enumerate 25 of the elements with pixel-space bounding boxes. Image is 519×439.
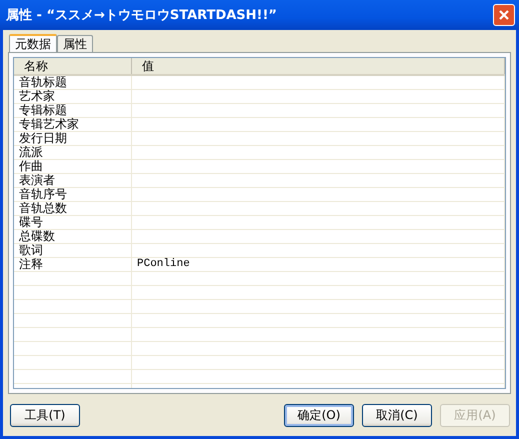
window-title: 属性 - “ススメ→トウモロウSTARTDASH!!”	[6, 7, 277, 24]
table-cell: 歌词	[14, 244, 132, 257]
tab[interactable]: 属性	[57, 35, 93, 52]
close-button[interactable]	[493, 4, 515, 26]
dialog-button[interactable]: 工具(T)	[10, 404, 80, 427]
table-cell: 表演者	[14, 174, 132, 187]
close-icon	[498, 9, 510, 21]
tab[interactable]: 元数据	[9, 34, 57, 53]
column-header[interactable]: 值	[132, 58, 505, 74]
table-cell: PConline	[132, 258, 505, 271]
table-cell: 音轨序号	[14, 188, 132, 201]
table-cell: 发行日期	[14, 132, 132, 145]
table-cell: 总碟数	[14, 230, 132, 243]
table-cell: 专辑艺术家	[14, 118, 132, 131]
table-cell: 注释	[14, 258, 132, 271]
column-header[interactable]: 名称	[14, 58, 132, 74]
dialog-button[interactable]: 确定(O)	[284, 404, 354, 427]
table-cell: 艺术家	[14, 90, 132, 103]
table-cell: 音轨总数	[14, 202, 132, 215]
table-cell: 音轨标题	[14, 76, 132, 89]
dialog-button[interactable]: 取消(C)	[362, 404, 432, 427]
table-cell: 专辑标题	[14, 104, 132, 117]
table-cell: 碟号	[14, 216, 132, 229]
table-cell: 流派	[14, 146, 132, 159]
table-cell: 作曲	[14, 160, 132, 173]
